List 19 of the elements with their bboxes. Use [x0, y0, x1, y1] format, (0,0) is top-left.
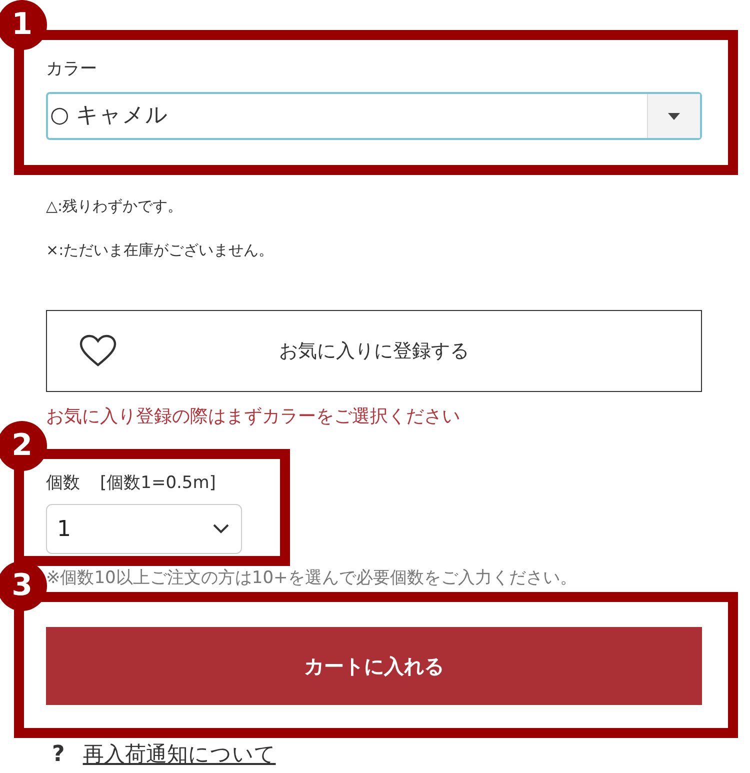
caret-icon [668, 112, 680, 120]
warning-text: お気に入り登録の際はまずカラーをご選択ください [46, 405, 461, 429]
color-dropdown[interactable]: ○ キャメル [46, 92, 702, 140]
unit-note: [個数1=0.5m] [100, 472, 216, 494]
chevron-icon [213, 524, 229, 534]
restock-link[interactable]: 再入荷通知について [82, 740, 276, 768]
number-badge: 1 [0, 0, 47, 50]
number-badge: 2 [0, 421, 47, 471]
heart-icon [79, 334, 117, 368]
legend-text: ×:ただいま在庫がございません。 [46, 240, 275, 261]
quantity-dropdown[interactable]: 1 [46, 504, 242, 554]
legend-text: △:残りわずかです。 [46, 196, 184, 217]
add-to-cart-button[interactable]: カートに入れる [46, 627, 702, 705]
favorite-button[interactable]: お気に入りに登録する [46, 310, 702, 392]
quantity-note: ※個数10以上ご注文の方は10+を選んで必要個数をご入力ください。 [46, 567, 578, 590]
field-label: 個数 [46, 472, 80, 494]
number-badge: 3 [0, 561, 47, 611]
field-label: カラー [46, 58, 97, 80]
question-icon: ? [52, 742, 65, 766]
